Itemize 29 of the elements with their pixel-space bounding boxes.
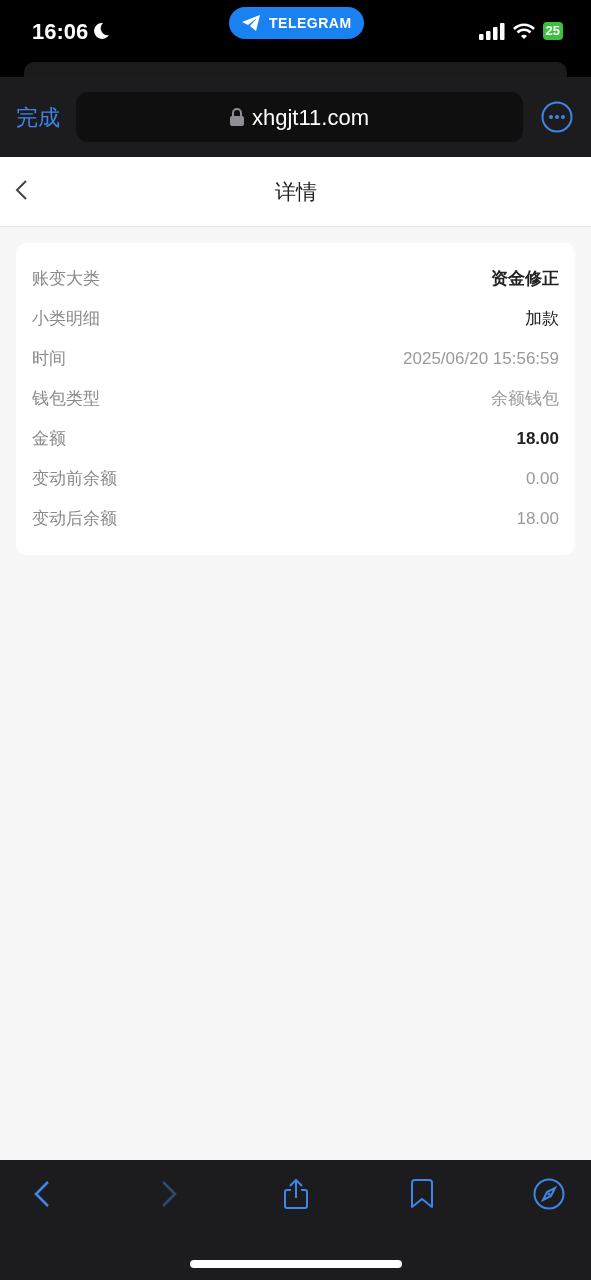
compass-icon[interactable] <box>531 1176 567 1212</box>
page-title: 详情 <box>274 178 317 205</box>
back-icon[interactable] <box>14 179 28 201</box>
detail-value: 0.00 <box>525 468 559 491</box>
moon-icon <box>92 22 111 40</box>
clock-time: 16:06 <box>32 17 89 46</box>
more-icon[interactable] <box>539 99 575 135</box>
detail-value: 18.00 <box>516 428 559 451</box>
lock-icon <box>230 108 244 126</box>
wifi-icon <box>512 22 535 40</box>
detail-label: 钱包类型 <box>32 388 100 411</box>
detail-value: 2025/06/20 15:56:59 <box>403 348 559 371</box>
app-pill[interactable]: TELEGRAM <box>229 7 364 39</box>
detail-label: 账变大类 <box>32 268 100 291</box>
address-bar[interactable]: xhgjt11.com <box>76 92 523 142</box>
detail-label: 变动前余额 <box>32 468 117 491</box>
detail-value: 加款 <box>525 308 559 331</box>
detail-label: 小类明细 <box>32 308 100 331</box>
paper-plane-icon <box>241 14 261 32</box>
detail-label: 金额 <box>32 428 66 451</box>
battery-level: 25 <box>542 22 563 40</box>
detail-label: 时间 <box>32 348 66 371</box>
detail-value: 余额钱包 <box>491 388 559 411</box>
detail-value: 资金修正 <box>491 268 559 291</box>
done-button[interactable]: 完成 <box>16 100 60 134</box>
detail-value: 18.00 <box>516 508 559 531</box>
signal-icon <box>478 22 505 40</box>
url-text: xhgjt11.com <box>252 103 369 132</box>
detail-label: 变动后余额 <box>32 508 117 531</box>
